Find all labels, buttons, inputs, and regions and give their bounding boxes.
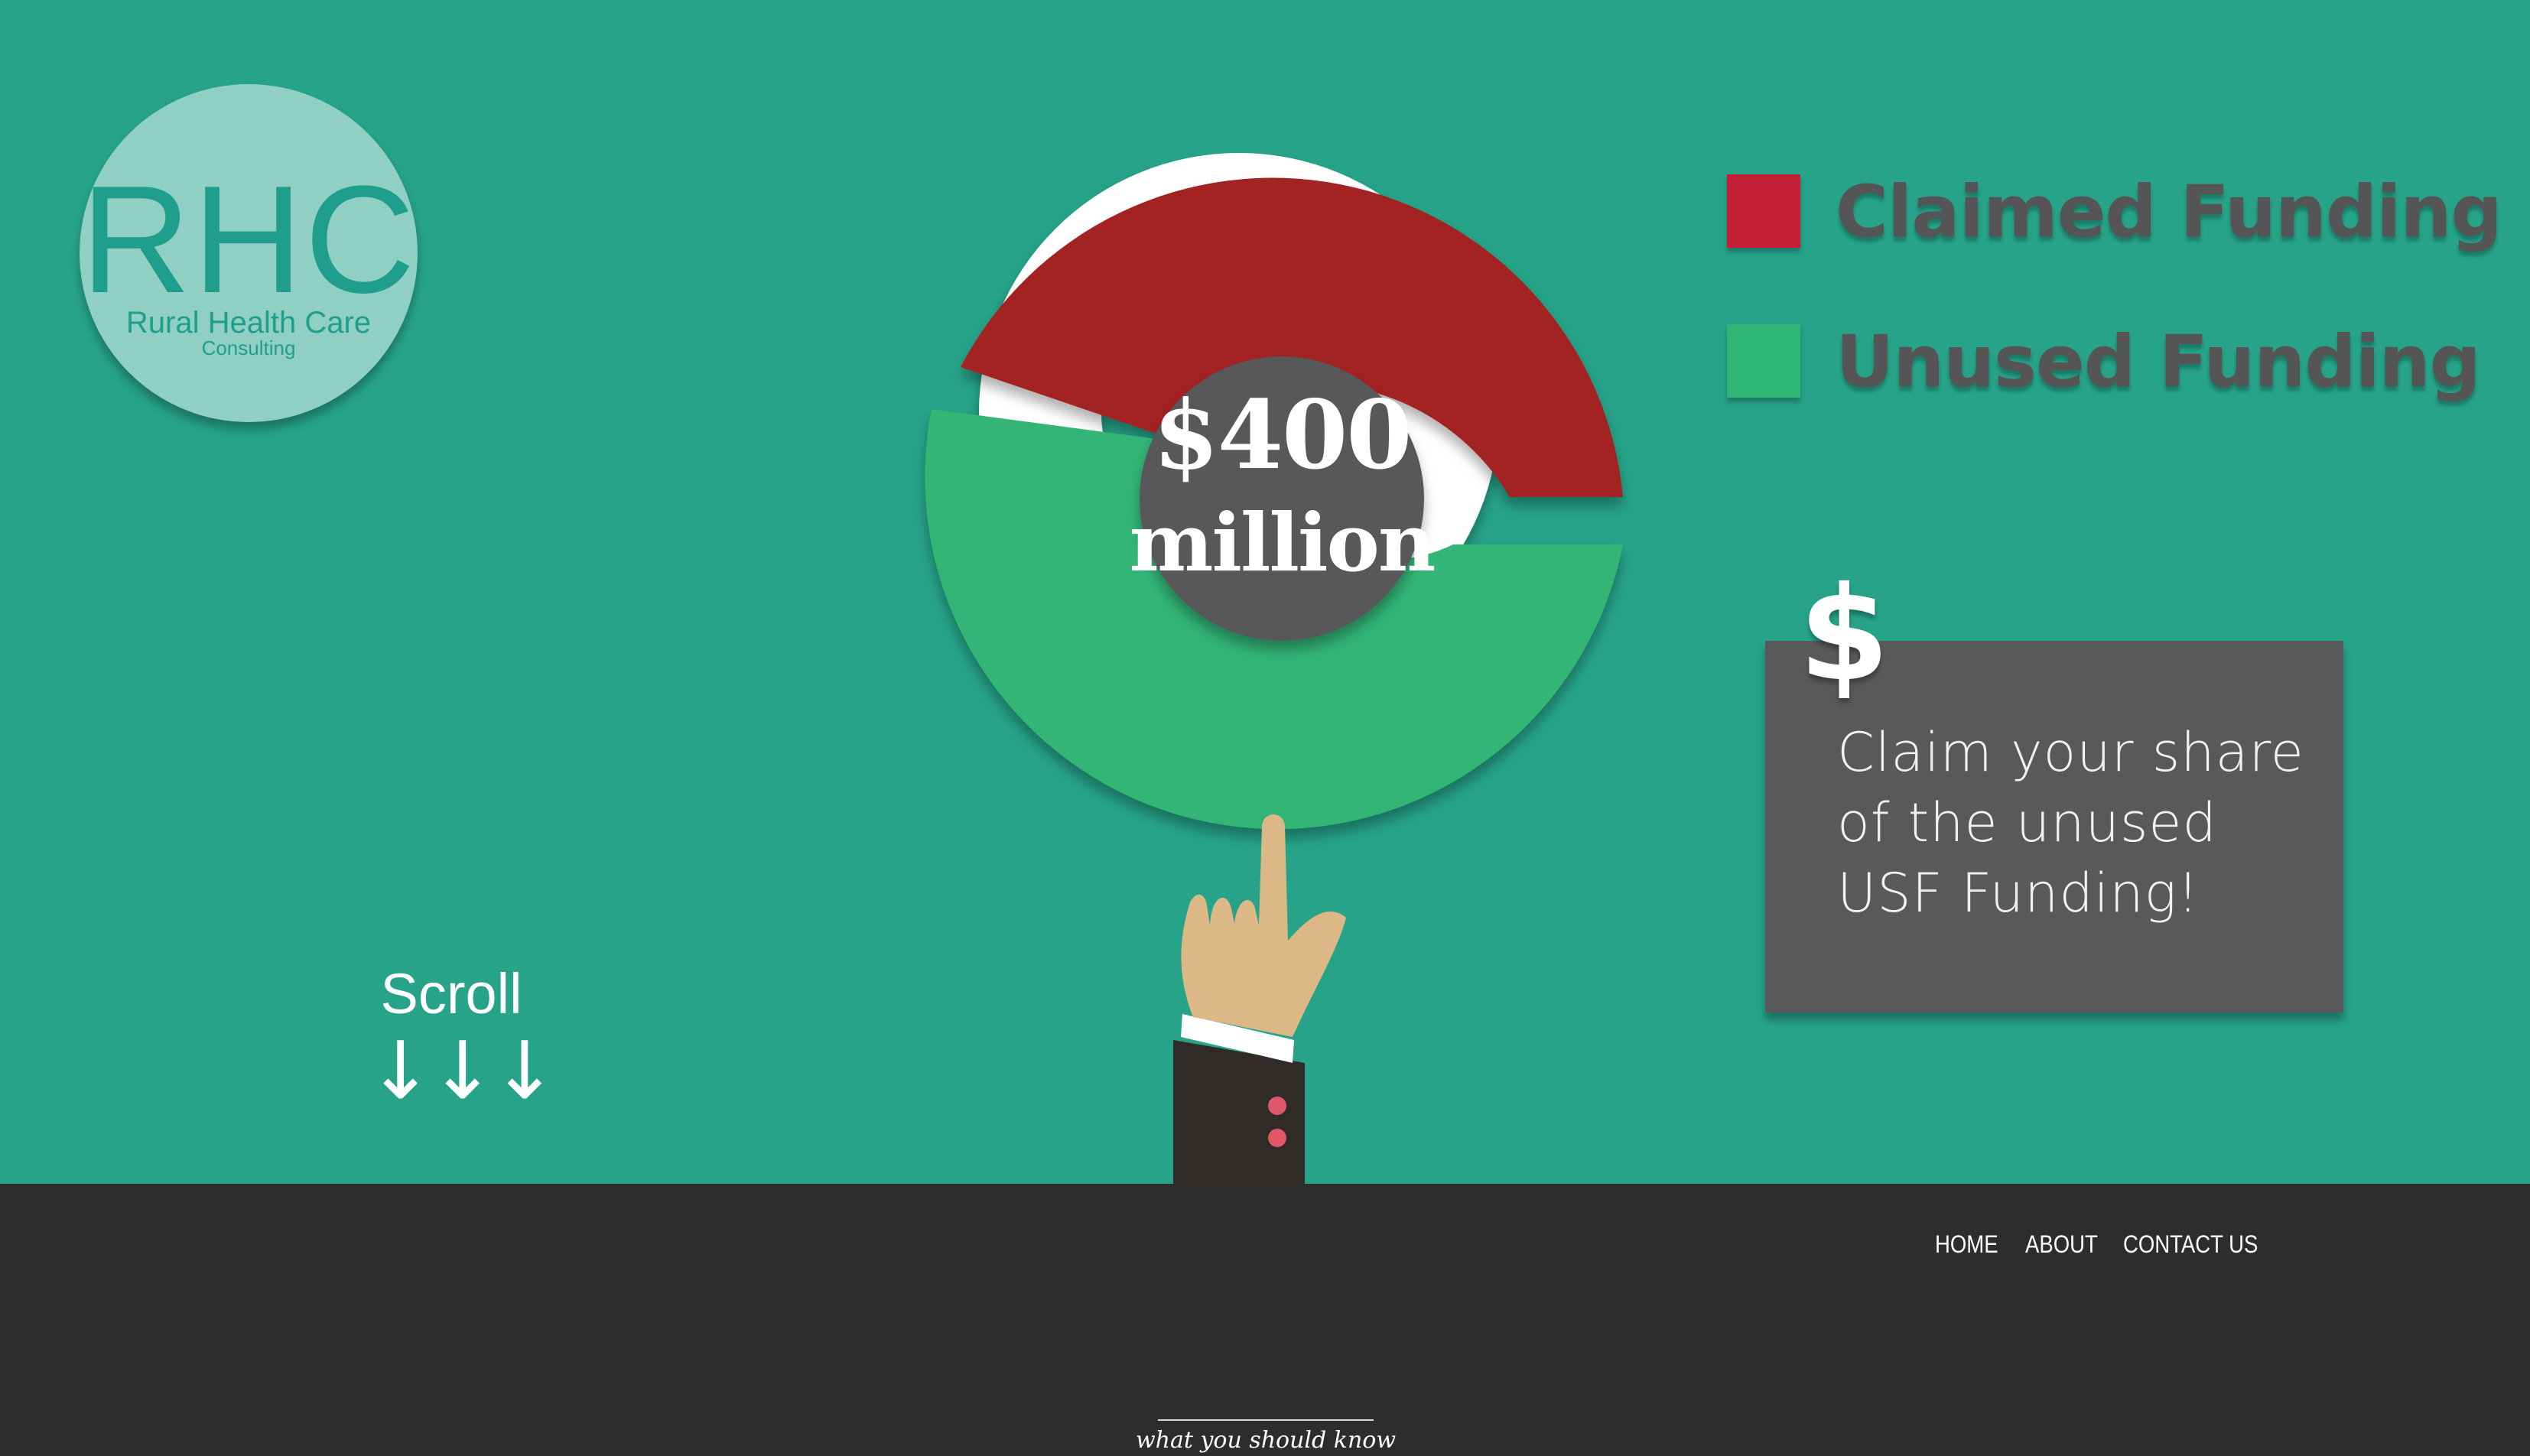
callout-line-1: Claim your share bbox=[1837, 721, 2304, 784]
funding-chart: $400 million bbox=[872, 153, 1637, 887]
legend-swatch-claimed bbox=[1727, 174, 1800, 248]
sleeve-button-2 bbox=[1268, 1129, 1286, 1147]
chart-center-value: $400 bbox=[1153, 380, 1412, 491]
nav-home[interactable]: HOME bbox=[1935, 1227, 1998, 1262]
scroll-label: Scroll bbox=[380, 962, 522, 1025]
dollar-icon: $ bbox=[1799, 559, 1890, 710]
legend-swatch-unused bbox=[1727, 324, 1800, 398]
rhc-logo[interactable]: RHC Rural Health Care Consulting bbox=[80, 84, 418, 422]
hand-sleeve bbox=[1173, 1040, 1305, 1184]
nav-about[interactable]: ABOUT bbox=[2025, 1227, 2098, 1262]
callout-text: Claim your share of the unused USF Fundi… bbox=[1837, 717, 2311, 928]
chart-center-unit: million bbox=[1129, 496, 1436, 590]
pointing-hand-illustration bbox=[1173, 814, 1346, 1184]
section-tagline: what you should know bbox=[1135, 1427, 1397, 1454]
logo-name: Rural Health Care bbox=[125, 306, 372, 340]
logo-subtitle: Consulting bbox=[201, 336, 296, 359]
legend-label-claimed: Claimed Funding bbox=[1836, 171, 2502, 254]
callout-line-3: USF Funding! bbox=[1837, 862, 2200, 925]
legend-label-unused: Unused Funding bbox=[1836, 320, 2481, 404]
logo-initials: RHC bbox=[80, 154, 417, 325]
down-arrows-icon: ↓↓↓ bbox=[367, 1024, 558, 1117]
sleeve-button-1 bbox=[1268, 1097, 1286, 1115]
callout-line-2: of the unused bbox=[1837, 791, 2217, 854]
hand-palm bbox=[1181, 814, 1346, 1037]
section-divider bbox=[1158, 1419, 1374, 1421]
hero-section: RHC Rural Health Care Consulting $400 mi… bbox=[0, 0, 2530, 1184]
nav-contact-us[interactable]: CONTACT US bbox=[2123, 1227, 2258, 1262]
